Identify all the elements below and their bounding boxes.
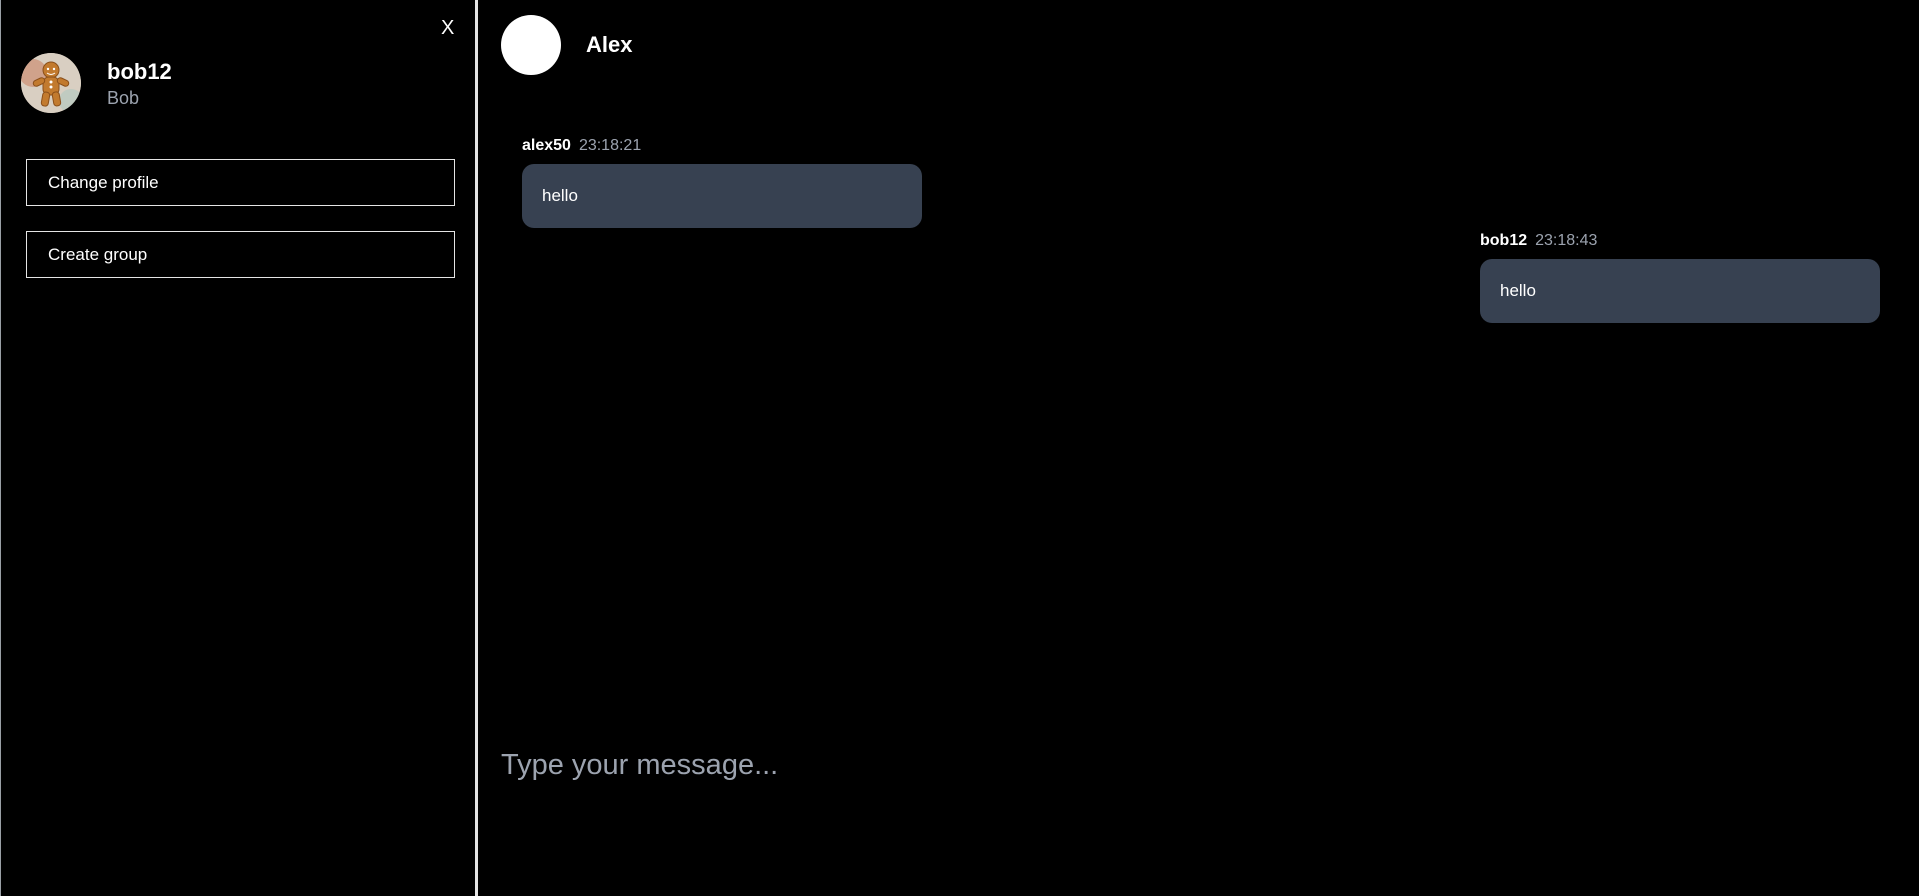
- message-author: bob12: [1480, 232, 1528, 249]
- message-meta: bob12 23:18:43: [1480, 231, 1880, 251]
- user-profile: bob12 Bob: [21, 53, 172, 113]
- message-author: alex50: [522, 137, 571, 154]
- chat-app: X bob12 Bob Change profile Create group …: [0, 0, 1919, 896]
- user-avatar: [21, 53, 81, 113]
- message-item: alex50 23:18:21 hello: [522, 136, 922, 228]
- message-bubble: hello: [522, 164, 922, 228]
- display-name: Bob: [107, 87, 140, 108]
- contact-name: Alex: [586, 32, 633, 57]
- message-item: bob12 23:18:43 hello: [1480, 231, 1880, 323]
- message-time: 23:18:21: [578, 137, 642, 154]
- message-time: 23:18:43: [1535, 232, 1598, 249]
- contact-avatar[interactable]: [501, 15, 561, 75]
- message-bubble: hello: [1480, 259, 1880, 323]
- create-group-button[interactable]: Create group: [26, 231, 455, 278]
- username: bob12: [107, 58, 172, 84]
- sidebar: X bob12 Bob Change profile Create group: [0, 0, 478, 896]
- change-profile-button[interactable]: Change profile: [26, 159, 455, 206]
- profile-text: bob12 Bob: [107, 59, 172, 108]
- gingerbread-avatar-icon: [21, 53, 81, 113]
- message-input[interactable]: [501, 745, 1881, 785]
- chat-panel: Alex alex50 23:18:21 hello bob12 23:18:43 …: [481, 0, 1919, 896]
- chat-header: Alex: [501, 15, 632, 75]
- close-sidebar-button[interactable]: X: [441, 16, 454, 40]
- message-meta: alex50 23:18:21: [522, 136, 922, 156]
